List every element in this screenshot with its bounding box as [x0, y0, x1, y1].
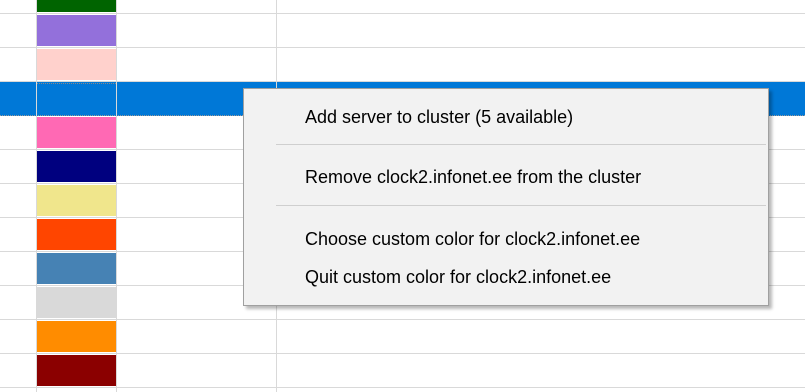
color-swatch[interactable]	[37, 15, 116, 46]
color-swatch[interactable]	[37, 355, 116, 386]
grid-column-divider	[116, 0, 117, 392]
menu-separator	[276, 144, 766, 145]
color-swatch[interactable]	[37, 253, 116, 284]
menu-item-label: Add server to cluster (5 available)	[305, 107, 574, 127]
table-row[interactable]	[0, 354, 805, 388]
color-swatch[interactable]	[37, 49, 116, 80]
color-swatch[interactable]	[37, 117, 116, 148]
table-row[interactable]	[0, 320, 805, 354]
color-swatch[interactable]	[37, 321, 116, 352]
color-swatch[interactable]	[37, 185, 116, 216]
table-row[interactable]	[0, 48, 805, 82]
menu-item-label: Quit custom color for clock2.infonet.ee	[305, 267, 612, 287]
menu-item-choose-custom-color[interactable]: Choose custom color for clock2.infonet.e…	[246, 225, 766, 253]
menu-item-label: Remove clock2.infonet.ee from the cluste…	[305, 167, 642, 187]
color-swatch[interactable]	[37, 0, 116, 12]
color-swatch[interactable]	[37, 151, 116, 182]
color-swatch[interactable]	[37, 287, 116, 318]
table-row[interactable]	[0, 0, 805, 14]
menu-item-quit-custom-color[interactable]: Quit custom color for clock2.infonet.ee	[246, 263, 766, 291]
menu-item-remove-server[interactable]: Remove clock2.infonet.ee from the cluste…	[246, 163, 766, 191]
table-row[interactable]	[0, 14, 805, 48]
menu-separator	[276, 205, 766, 206]
color-swatch[interactable]	[37, 219, 116, 250]
menu-item-add-server[interactable]: Add server to cluster (5 available)	[246, 103, 766, 131]
context-menu: Add server to cluster (5 available) Remo…	[243, 88, 769, 306]
color-swatch[interactable]	[37, 83, 116, 114]
menu-item-label: Choose custom color for clock2.infonet.e…	[305, 229, 641, 249]
grid-column-divider	[36, 0, 37, 392]
